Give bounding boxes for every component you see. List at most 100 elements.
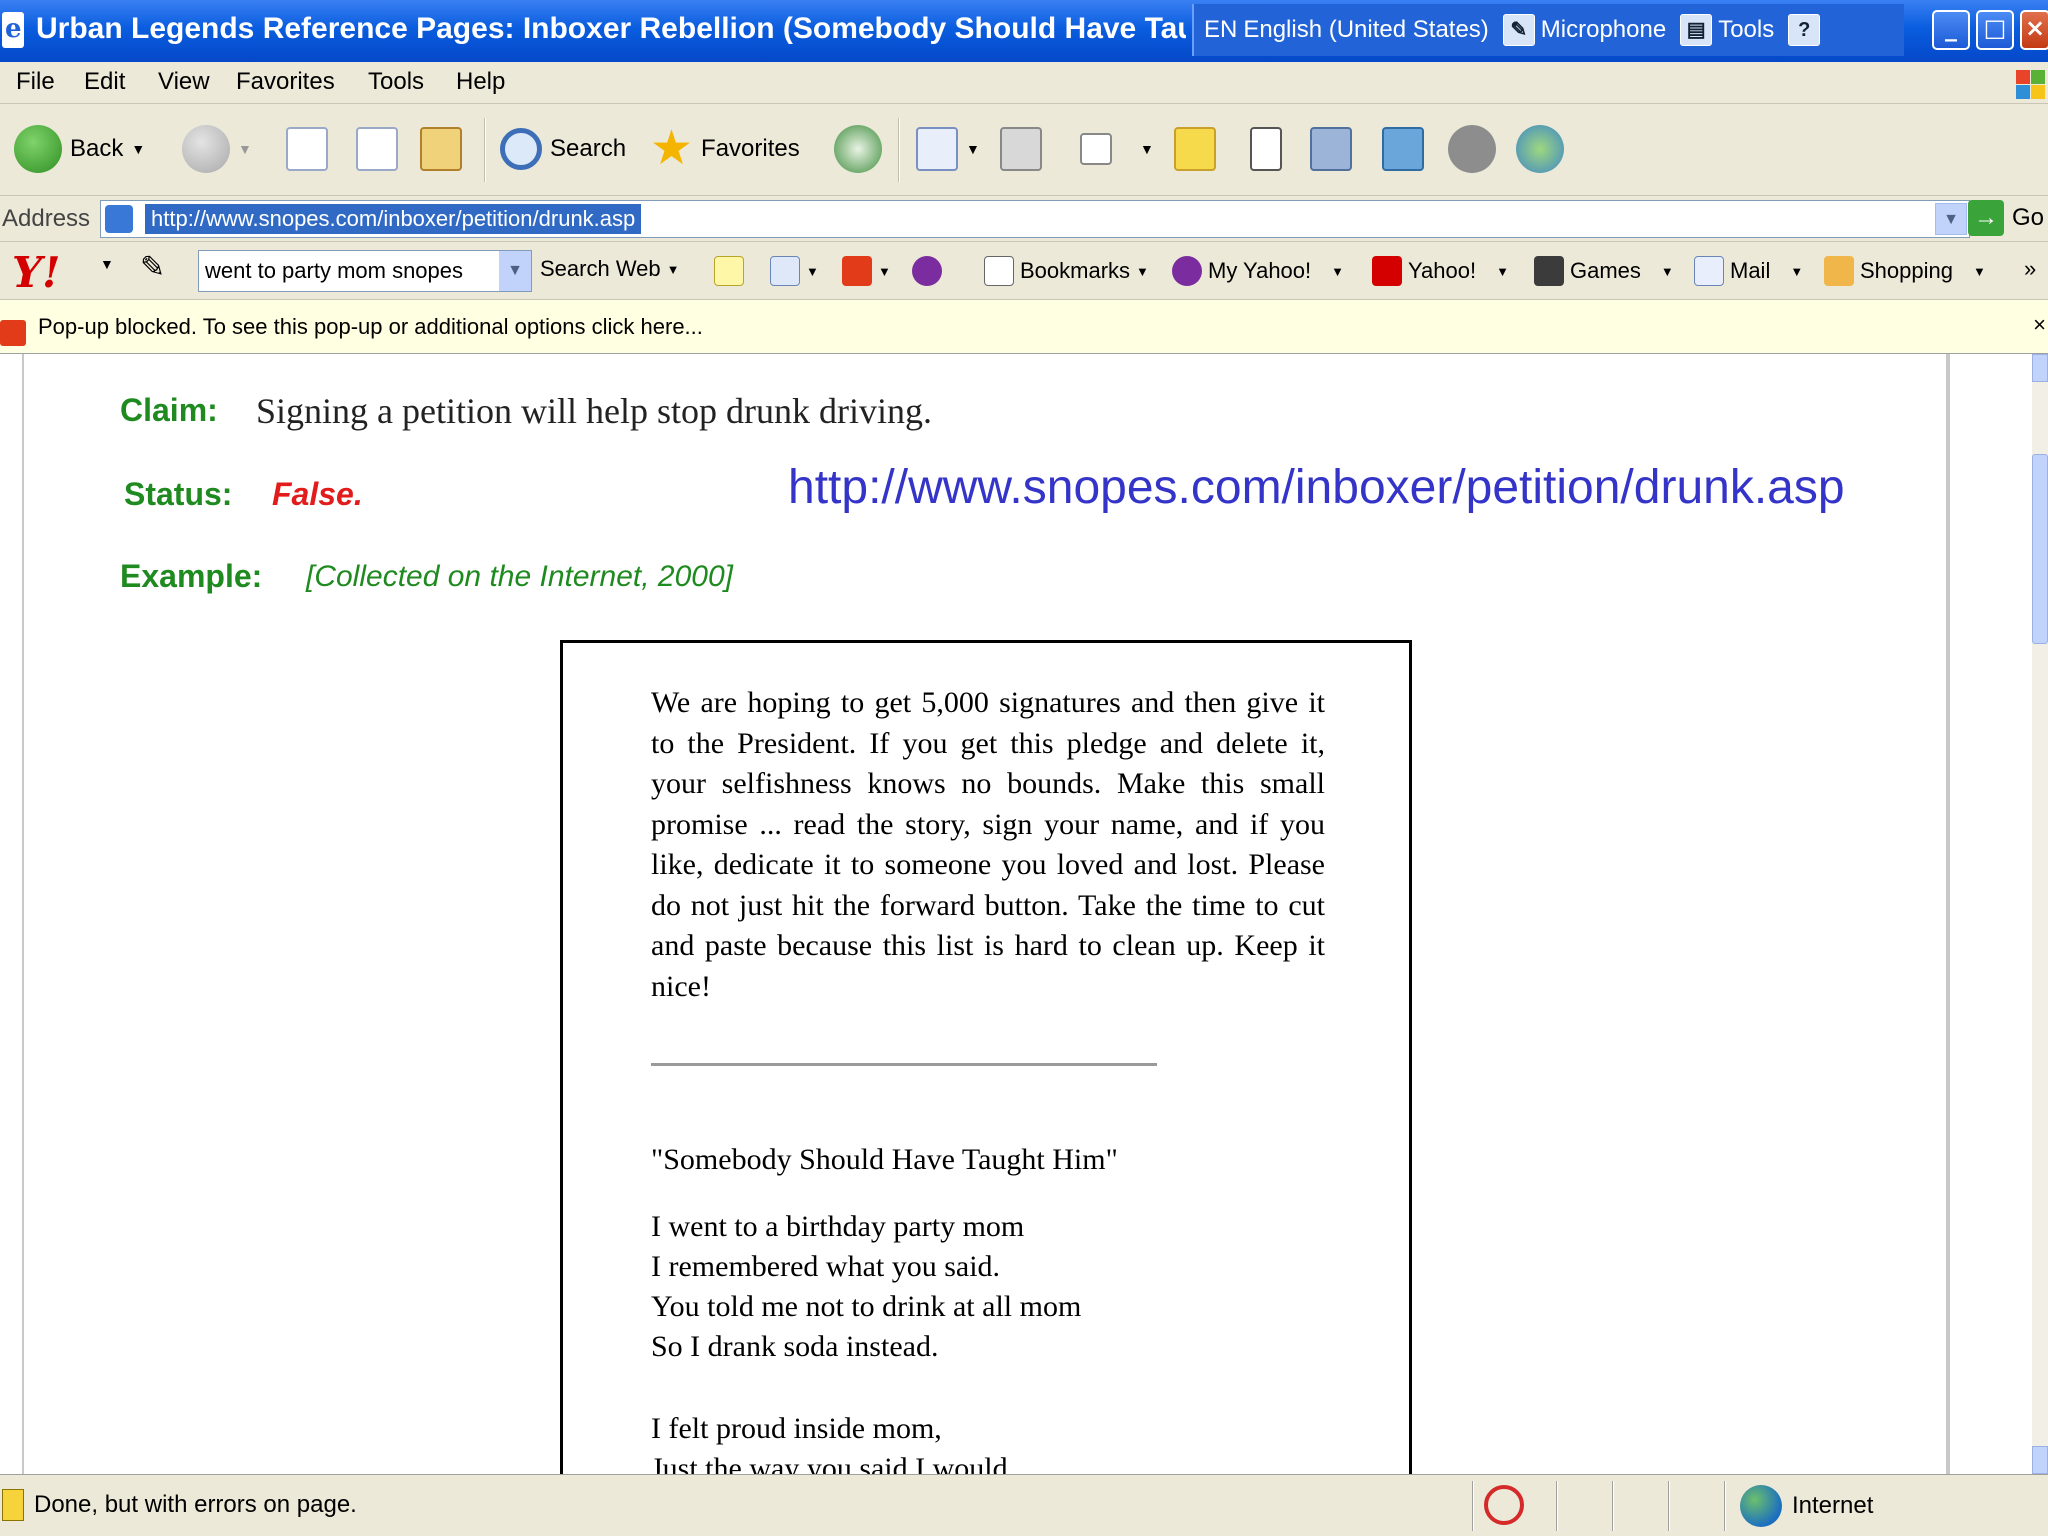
yahoo-logo[interactable]: Y! <box>12 248 60 297</box>
page-icon <box>105 205 133 233</box>
menu-favorites[interactable]: Favorites <box>236 68 335 96</box>
refresh-button[interactable] <box>356 122 398 176</box>
yahoo-label: Yahoo! <box>1408 258 1477 283</box>
favorites-button[interactable]: ★ Favorites <box>650 122 800 176</box>
search-web-button[interactable]: Search Web ▼ <box>540 256 680 282</box>
close-icon: × <box>2024 14 2046 42</box>
forward-arrow-icon <box>182 125 230 173</box>
mail-dropdown-icon[interactable]: ▼ <box>966 141 980 157</box>
shopping-dropdown-icon: ▼ <box>1972 263 1986 279</box>
envelope-icon <box>1694 256 1724 286</box>
go-button[interactable]: → Go <box>1967 200 2044 236</box>
stop-button[interactable] <box>286 122 328 176</box>
messenger-button[interactable] <box>1516 122 1564 176</box>
browser-window: Urban Legends Reference Pages: Inboxer R… <box>0 0 2048 1536</box>
research-button[interactable] <box>1310 122 1352 176</box>
address-input[interactable]: http://www.snopes.com/inboxer/petition/d… <box>100 200 1970 238</box>
highlight-icon <box>714 256 744 286</box>
poem-line: So I drank soda instead. <box>651 1330 939 1363</box>
vertical-scrollbar[interactable] <box>2032 354 2048 1474</box>
go-label: Go <box>2011 204 2044 231</box>
url-caption: http://www.snopes.com/inboxer/petition/d… <box>788 461 1845 514</box>
discuss-button[interactable] <box>1448 122 1496 176</box>
games-dropdown-icon: ▼ <box>1660 263 1674 279</box>
info-bar-message[interactable]: Pop-up blocked. To see this pop-up or ad… <box>38 314 703 340</box>
scroll-down-arrow-icon[interactable] <box>2032 1446 2048 1474</box>
folder-icon <box>1174 127 1216 171</box>
info-bar-close-icon[interactable]: × <box>2033 312 2046 338</box>
media-button[interactable] <box>1382 122 1424 176</box>
popup-blocker-button[interactable]: ▼ <box>842 256 891 286</box>
tools-icon: ▤ <box>1680 14 1713 46</box>
back-label: Back <box>70 135 124 162</box>
yahoo-search-input[interactable]: went to party mom snopes ▼ <box>198 250 532 292</box>
my-yahoo-label: My Yahoo! <box>1208 258 1312 283</box>
folder-button[interactable] <box>1174 122 1216 176</box>
highlight-button[interactable] <box>714 256 744 286</box>
minimize-button[interactable]: _ <box>1932 10 1970 50</box>
my-yahoo-icon <box>1172 256 1202 286</box>
games-button[interactable]: Games ▼ <box>1534 256 1674 286</box>
yahoo-search-dropdown-icon[interactable]: ▼ <box>499 251 531 291</box>
menu-edit[interactable]: Edit <box>84 68 125 96</box>
scrollbar-thumb[interactable] <box>2032 454 2048 644</box>
popup-blocked-status-icon[interactable] <box>1484 1485 1524 1525</box>
status-bar: Done, but with errors on page. Internet <box>0 1474 2048 1536</box>
pencil-icon[interactable]: ✎ <box>140 250 165 285</box>
home-button[interactable] <box>420 122 462 176</box>
back-dropdown-icon[interactable]: ▼ <box>131 141 145 157</box>
poem-line: Just the way you said I would <box>651 1452 1008 1474</box>
standard-toolbar: Back ▼ ▼ Search ★ Favorites ▼ ▼ <box>0 104 2048 196</box>
page-error-icon[interactable] <box>2 1489 24 1521</box>
minimize-icon: _ <box>1945 14 1957 42</box>
history-button[interactable] <box>834 122 882 176</box>
microphone-label: Microphone <box>1540 16 1667 43</box>
yahoo-icon <box>1372 256 1402 286</box>
language-indicator[interactable]: EN English (United States) <box>1204 16 1489 44</box>
poem-line: You told me not to drink at all mom <box>651 1290 1082 1323</box>
media-icon <box>1382 127 1424 171</box>
my-yahoo-button[interactable]: My Yahoo! ▼ <box>1172 256 1344 286</box>
menu-help[interactable]: Help <box>456 68 505 96</box>
claim-text: Signing a petition will help stop drunk … <box>256 391 932 431</box>
help-button[interactable]: ? <box>1788 14 1821 46</box>
address-dropdown-icon[interactable]: ▼ <box>1935 203 1967 235</box>
menu-file[interactable]: File <box>16 68 55 96</box>
forward-button[interactable]: ▼ <box>182 122 252 176</box>
back-arrow-icon <box>14 125 62 173</box>
address-url[interactable]: http://www.snopes.com/inboxer/petition/d… <box>145 204 642 234</box>
yahoo-button[interactable]: Yahoo! ▼ <box>1372 256 1509 286</box>
yahoo-messenger-button[interactable] <box>912 256 942 286</box>
mail-dropdown-icon: ▼ <box>1790 263 1804 279</box>
tools-button[interactable]: ▤ Tools <box>1680 14 1774 46</box>
mail-button-yahoo[interactable]: Mail ▼ <box>1694 256 1803 286</box>
ie-icon[interactable] <box>2 12 24 48</box>
menu-tools[interactable]: Tools <box>368 68 424 96</box>
favorites-star-icon: ★ <box>650 122 694 175</box>
yahoo-logo-dropdown-icon[interactable]: ▼ <box>100 256 114 272</box>
scroll-up-arrow-icon[interactable] <box>2032 354 2048 382</box>
edit-button[interactable]: ▼ <box>1080 122 1154 176</box>
yahoo-tool-button[interactable]: ▼ <box>770 256 819 286</box>
popup-blocked-icon <box>0 320 26 346</box>
search-button[interactable]: Search <box>500 122 626 176</box>
close-button[interactable]: × <box>2020 10 2048 50</box>
yahoo-search-value: went to party mom snopes <box>205 258 464 283</box>
bookmarks-button[interactable]: Bookmarks ▼ <box>984 256 1149 286</box>
edit-dropdown-icon[interactable]: ▼ <box>1140 141 1154 157</box>
maximize-button[interactable]: □ <box>1976 10 2014 50</box>
mail-button[interactable]: ▼ <box>916 122 980 176</box>
document-button[interactable] <box>1250 122 1282 176</box>
toolbar-overflow-icon[interactable]: » <box>2024 256 2036 282</box>
menu-view[interactable]: View <box>158 68 210 96</box>
status-divider <box>1668 1481 1670 1531</box>
print-icon <box>1000 127 1042 171</box>
help-icon: ? <box>1788 14 1821 46</box>
language-code: EN <box>1204 16 1238 43</box>
print-button[interactable] <box>1000 122 1042 176</box>
back-button[interactable]: Back ▼ <box>14 122 145 176</box>
shopping-button[interactable]: Shopping ▼ <box>1824 256 1986 286</box>
microphone-button[interactable]: ✎ Microphone <box>1502 14 1667 46</box>
yahoo-dropdown-icon: ▼ <box>1496 263 1509 279</box>
popup-info-bar[interactable]: Pop-up blocked. To see this pop-up or ad… <box>0 300 2048 354</box>
